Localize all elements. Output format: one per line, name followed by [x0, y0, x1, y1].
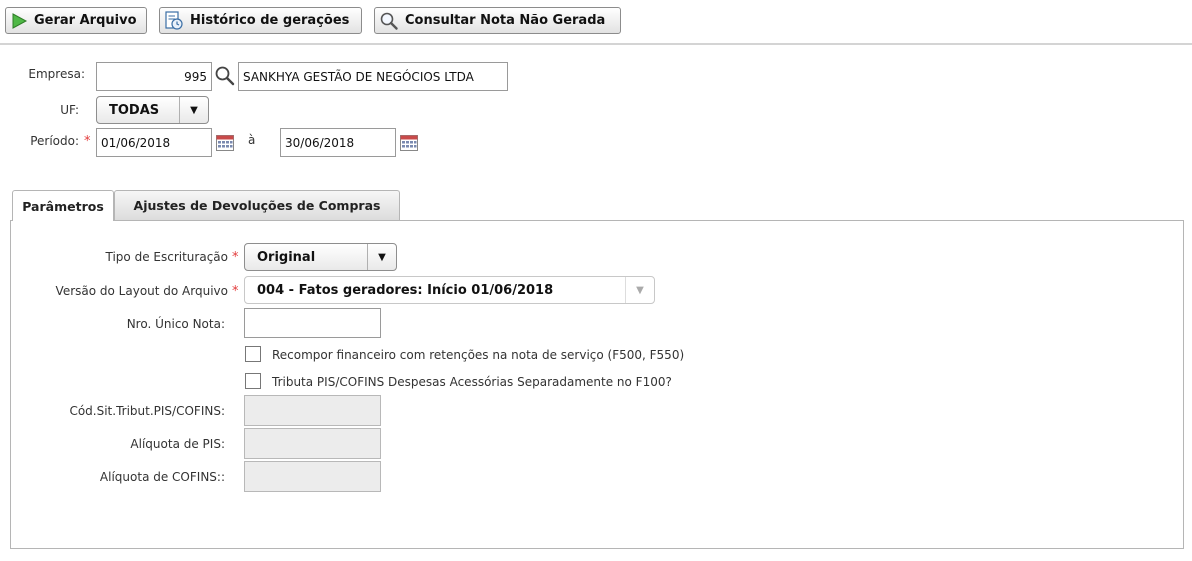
- consultar-nota-button[interactable]: Consultar Nota Não Gerada: [374, 7, 621, 34]
- gerar-arquivo-button[interactable]: Gerar Arquivo: [5, 7, 147, 34]
- uf-value: TODAS: [109, 102, 160, 118]
- tab-ajustes-devolucoes[interactable]: Ajustes de Devoluções de Compras: [114, 190, 400, 220]
- history-document-icon: [165, 10, 183, 30]
- periodo-separator: à: [248, 133, 256, 147]
- tipo-escrituracao-select[interactable]: Original ▼: [244, 243, 397, 271]
- tributa-label: Tributa PIS/COFINS Despesas Acessórias S…: [272, 375, 672, 389]
- uf-select[interactable]: TODAS ▼: [96, 96, 209, 124]
- calendar-icon[interactable]: [400, 135, 418, 151]
- historico-geracoes-button[interactable]: Histórico de gerações: [159, 7, 362, 34]
- cod-sit-field: [244, 395, 381, 426]
- periodo-end-input[interactable]: 30/06/2018: [280, 128, 396, 157]
- aliq-cofins-label: Alíquota de COFINS::: [99, 470, 225, 484]
- toolbar-divider: [0, 43, 1192, 45]
- tab-parametros[interactable]: Parâmetros: [12, 190, 114, 221]
- periodo-start-input[interactable]: 01/06/2018: [96, 128, 212, 157]
- tipo-escrituracao-value: Original: [257, 249, 316, 265]
- periodo-label: Período:: [30, 134, 79, 148]
- calendar-icon[interactable]: [216, 135, 234, 151]
- versao-layout-value: 004 - Fatos geradores: Início 01/06/2018: [257, 282, 554, 298]
- cod-sit-label: Cód.Sit.Tribut.PIS/COFINS:: [69, 404, 225, 418]
- search-icon: [380, 12, 398, 30]
- tipo-escrituracao-label: Tipo de Escrituração: [105, 250, 228, 264]
- recompor-label: Recompor financeiro com retenções na not…: [272, 348, 685, 362]
- play-icon: [12, 12, 28, 29]
- required-mark: *: [232, 284, 239, 299]
- empresa-code-input[interactable]: 995: [96, 62, 212, 91]
- uf-label: UF:: [60, 103, 79, 117]
- consultar-nota-label: Consultar Nota Não Gerada: [405, 13, 606, 28]
- empresa-search-icon[interactable]: [214, 65, 236, 87]
- versao-layout-select[interactable]: 004 - Fatos geradores: Início 01/06/2018…: [244, 276, 655, 304]
- gerar-arquivo-label: Gerar Arquivo: [34, 13, 137, 28]
- recompor-checkbox[interactable]: [245, 346, 261, 362]
- chevron-down-icon: ▼: [625, 277, 654, 303]
- nro-unico-label: Nro. Único Nota:: [126, 317, 225, 331]
- aliq-cofins-field: [244, 461, 381, 492]
- aliq-pis-label: Alíquota de PIS:: [130, 437, 225, 451]
- aliq-pis-field: [244, 428, 381, 459]
- empresa-name-field: SANKHYA GESTÃO DE NEGÓCIOS LTDA: [238, 62, 508, 91]
- empresa-label: Empresa:: [28, 67, 85, 81]
- historico-geracoes-label: Histórico de gerações: [190, 13, 350, 28]
- nro-unico-input[interactable]: [244, 308, 381, 338]
- required-mark: *: [232, 250, 239, 265]
- versao-layout-label: Versão do Layout do Arquivo: [55, 284, 228, 298]
- required-mark: *: [84, 134, 91, 149]
- tributa-checkbox[interactable]: [245, 373, 261, 389]
- chevron-down-icon: ▼: [367, 244, 396, 270]
- chevron-down-icon: ▼: [179, 97, 208, 123]
